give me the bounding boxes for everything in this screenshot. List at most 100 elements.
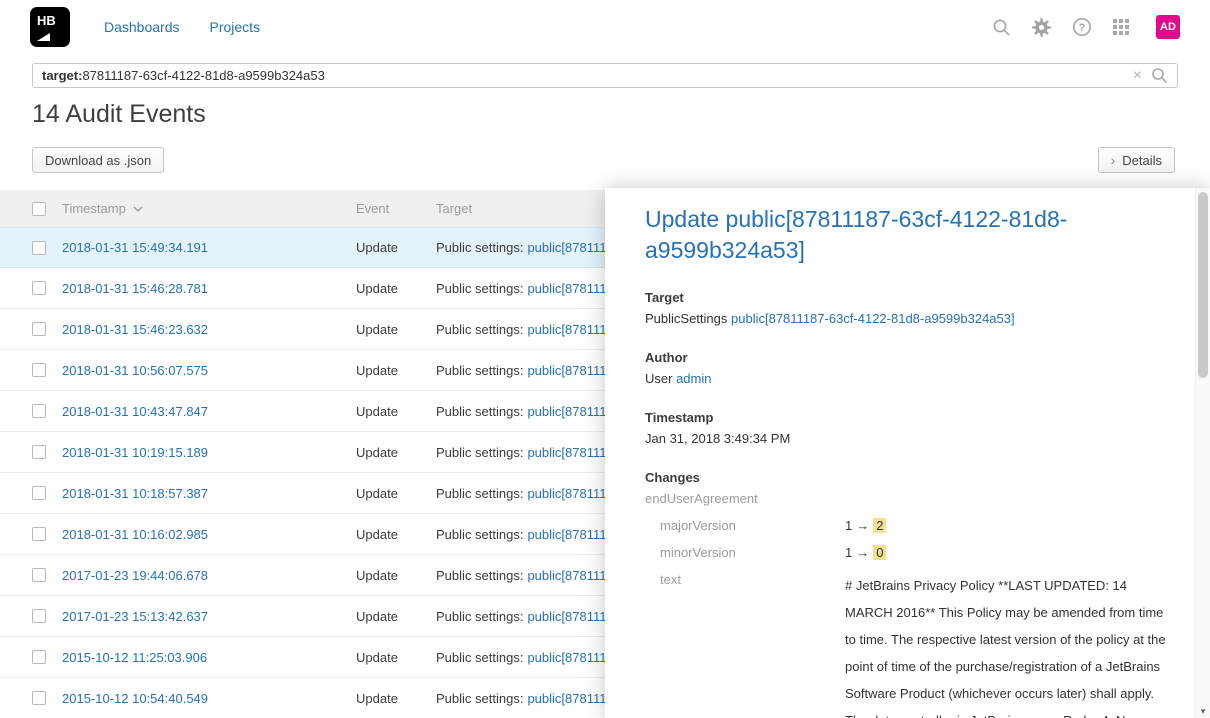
row-checkbox[interactable] bbox=[32, 650, 46, 664]
changes-group: endUserAgreement bbox=[645, 491, 1170, 506]
change-row-minorversion: minorVersion 1→0 bbox=[660, 545, 1170, 560]
change-value: 1 → 2 bbox=[845, 518, 886, 533]
details-panel: Update public[87811187-63cf-4122-81d8-a9… bbox=[605, 188, 1210, 718]
change-row-majorversion: majorVersion 1 → 2 bbox=[660, 518, 1170, 533]
search-icon[interactable] bbox=[992, 18, 1011, 37]
target-prefix: Public settings: bbox=[436, 691, 523, 706]
author-section: Author User admin bbox=[645, 350, 1170, 386]
target-prefix: Public settings: bbox=[436, 568, 523, 583]
event-cell: Update bbox=[356, 609, 436, 624]
row-checkbox[interactable] bbox=[32, 445, 46, 459]
header-checkbox[interactable] bbox=[32, 202, 46, 216]
event-cell: Update bbox=[356, 445, 436, 460]
timestamp-label: Timestamp bbox=[645, 410, 1170, 425]
row-checkbox[interactable] bbox=[32, 363, 46, 377]
target-prefix: Public settings: bbox=[436, 404, 523, 419]
row-checkbox[interactable] bbox=[32, 322, 46, 336]
change-old-value: 1 bbox=[845, 545, 852, 560]
changes-label: Changes bbox=[645, 470, 1170, 485]
row-checkbox[interactable] bbox=[32, 404, 46, 418]
sort-caret-icon bbox=[133, 206, 143, 212]
event-cell: Update bbox=[356, 363, 436, 378]
timestamp-link[interactable]: 2018-01-31 10:43:47.847 bbox=[62, 404, 208, 419]
clear-icon[interactable]: × bbox=[1133, 68, 1142, 84]
nav-projects[interactable]: Projects bbox=[210, 19, 261, 35]
target-type: PublicSettings bbox=[645, 311, 727, 326]
avatar[interactable]: AD bbox=[1156, 15, 1180, 39]
author-prefix: User bbox=[645, 371, 672, 386]
svg-text:HB: HB bbox=[37, 13, 56, 28]
row-checkbox[interactable] bbox=[32, 527, 46, 541]
details-target-link[interactable]: public[87811187-63cf-4122-81d8-a9599b324… bbox=[731, 311, 1015, 326]
topbar: HB Dashboards Projects ? bbox=[0, 0, 1210, 54]
gear-icon[interactable] bbox=[1031, 17, 1052, 38]
search-query[interactable]: target:87811187-63cf-4122-81d8-a9599b324… bbox=[42, 68, 1124, 83]
timestamp-link[interactable]: 2018-01-31 15:49:34.191 bbox=[62, 240, 208, 255]
change-new-value: 0 bbox=[873, 545, 886, 560]
column-timestamp-label: Timestamp bbox=[62, 201, 126, 216]
timestamp-link[interactable]: 2017-01-23 19:44:06.678 bbox=[62, 568, 208, 583]
change-field-label: majorVersion bbox=[660, 518, 845, 533]
target-prefix: Public settings: bbox=[436, 527, 523, 542]
change-value: 1→0 bbox=[845, 545, 886, 560]
change-text-value: # JetBrains Privacy Policy **LAST UPDATE… bbox=[845, 572, 1170, 718]
details-title: Update public[87811187-63cf-4122-81d8-a9… bbox=[645, 204, 1150, 266]
timestamp-link[interactable]: 2018-01-31 10:18:57.387 bbox=[62, 486, 208, 501]
target-section: Target PublicSettings public[87811187-63… bbox=[645, 290, 1170, 326]
timestamp-link[interactable]: 2018-01-31 15:46:28.781 bbox=[62, 281, 208, 296]
change-field-label: minorVersion bbox=[660, 545, 845, 560]
change-field-label: text bbox=[660, 572, 845, 587]
changes-section: Changes endUserAgreement majorVersion 1→… bbox=[645, 470, 1170, 718]
row-checkbox[interactable] bbox=[32, 609, 46, 623]
target-prefix: Public settings: bbox=[436, 240, 523, 255]
event-cell: Update bbox=[356, 281, 436, 296]
timestamp-value: Jan 31, 2018 3:49:34 PM bbox=[645, 431, 1170, 446]
timestamp-link[interactable]: 2018-01-31 10:16:02.985 bbox=[62, 527, 208, 542]
event-cell: Update bbox=[356, 404, 436, 419]
download-json-label: Download as .json bbox=[45, 153, 151, 168]
topbar-icons: ? AD bbox=[992, 15, 1180, 39]
chevron-right-icon: › bbox=[1111, 153, 1116, 167]
apps-grid-icon[interactable] bbox=[1112, 18, 1130, 36]
column-event: Event bbox=[356, 201, 436, 216]
search-input[interactable]: target:87811187-63cf-4122-81d8-a9599b324… bbox=[32, 63, 1178, 88]
timestamp-link[interactable]: 2018-01-31 10:56:07.575 bbox=[62, 363, 208, 378]
column-timestamp[interactable]: Timestamp bbox=[62, 201, 356, 216]
row-checkbox[interactable] bbox=[32, 691, 46, 705]
timestamp-link[interactable]: 2017-01-23 15:13:42.637 bbox=[62, 609, 208, 624]
main-nav: Dashboards Projects bbox=[104, 19, 260, 35]
search-query-value: 87811187-63cf-4122-81d8-a9599b324a53 bbox=[82, 68, 324, 83]
event-cell: Update bbox=[356, 527, 436, 542]
arrow-icon: → bbox=[856, 518, 869, 533]
panel-scrollbar[interactable]: ▾ bbox=[1195, 188, 1210, 718]
timestamp-link[interactable]: 2018-01-31 15:46:23.632 bbox=[62, 322, 208, 337]
timestamp-section: Timestamp Jan 31, 2018 3:49:34 PM bbox=[645, 410, 1170, 446]
change-old-value: 1 bbox=[845, 518, 852, 533]
scroll-down-icon[interactable]: ▾ bbox=[1196, 705, 1210, 717]
target-prefix: Public settings: bbox=[436, 650, 523, 665]
author-link[interactable]: admin bbox=[676, 371, 711, 386]
timestamp-link[interactable]: 2015-10-12 10:54:40.549 bbox=[62, 691, 208, 706]
hub-logo[interactable]: HB bbox=[30, 7, 70, 47]
timestamp-link[interactable]: 2015-10-12 11:25:03.906 bbox=[62, 650, 207, 665]
help-icon[interactable]: ? bbox=[1072, 17, 1092, 37]
change-new-value: 2 bbox=[873, 518, 886, 533]
details-button[interactable]: › Details bbox=[1098, 147, 1175, 173]
row-checkbox[interactable] bbox=[32, 568, 46, 582]
search-query-prefix: target: bbox=[42, 68, 82, 83]
target-prefix: Public settings: bbox=[436, 363, 523, 378]
page-title: 14 Audit Events bbox=[32, 100, 206, 129]
nav-dashboards[interactable]: Dashboards bbox=[104, 19, 180, 35]
event-cell: Update bbox=[356, 240, 436, 255]
target-prefix: Public settings: bbox=[436, 486, 523, 501]
event-cell: Update bbox=[356, 486, 436, 501]
target-prefix: Public settings: bbox=[436, 281, 523, 296]
row-checkbox[interactable] bbox=[32, 281, 46, 295]
timestamp-link[interactable]: 2018-01-31 10:19:15.189 bbox=[62, 445, 208, 460]
scrollbar-thumb[interactable] bbox=[1198, 192, 1208, 378]
row-checkbox[interactable] bbox=[32, 241, 46, 255]
change-row-text: text # JetBrains Privacy Policy **LAST U… bbox=[660, 572, 1170, 718]
search-submit-icon[interactable] bbox=[1151, 67, 1168, 84]
row-checkbox[interactable] bbox=[32, 486, 46, 500]
download-json-button[interactable]: Download as .json bbox=[32, 147, 164, 173]
